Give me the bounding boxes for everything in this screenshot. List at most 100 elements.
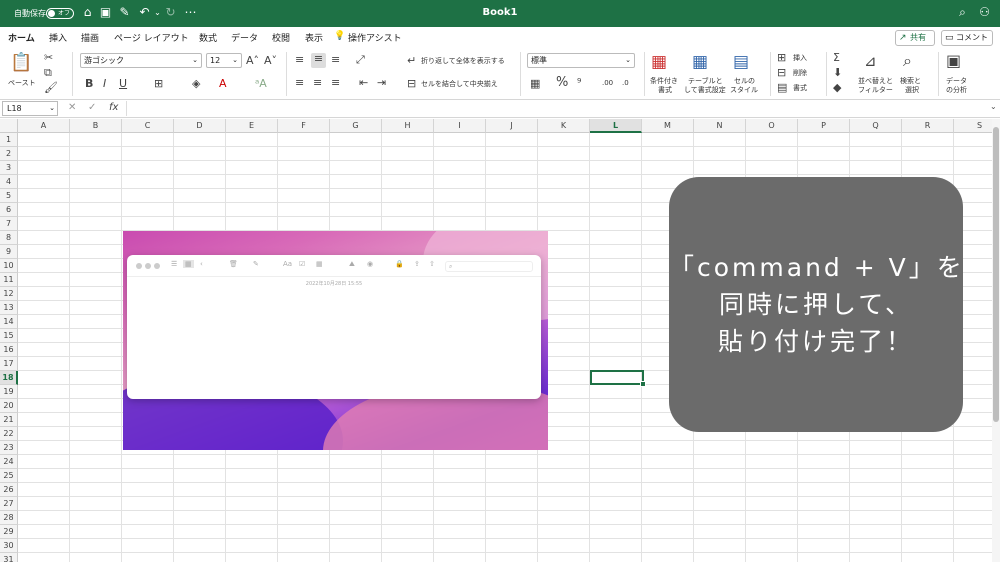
share-button[interactable]: ↗ 共有 bbox=[895, 30, 935, 46]
row-header-22[interactable]: 22 bbox=[0, 427, 18, 441]
column-header-M[interactable]: M bbox=[642, 119, 694, 133]
font-name-select[interactable]: 游ゴシック ⌄ bbox=[80, 53, 202, 68]
conditional-format-label[interactable]: 条件付き bbox=[650, 77, 678, 85]
delete-cells-button[interactable]: 削除 bbox=[793, 69, 807, 77]
row-header-1[interactable]: 1 bbox=[0, 133, 18, 147]
borders-icon[interactable]: ⊞ bbox=[154, 78, 163, 90]
clear-icon[interactable]: ◆ bbox=[833, 82, 841, 94]
row-header-27[interactable]: 27 bbox=[0, 497, 18, 511]
formula-input[interactable] bbox=[126, 101, 984, 116]
font-color-icon[interactable]: A bbox=[219, 78, 227, 90]
name-box[interactable]: L18 ⌄ bbox=[2, 101, 58, 116]
conditional-format-label-2[interactable]: 書式 bbox=[658, 86, 672, 94]
tab-insert[interactable]: 挿入 bbox=[49, 31, 67, 44]
active-cell-L18[interactable] bbox=[590, 370, 646, 387]
merge-icon[interactable]: ⊟ bbox=[407, 78, 416, 90]
row-header-23[interactable]: 23 bbox=[0, 441, 18, 455]
column-header-N[interactable]: N bbox=[694, 119, 746, 133]
comments-button[interactable]: ▭ コメント bbox=[941, 30, 993, 46]
row-header-15[interactable]: 15 bbox=[0, 329, 18, 343]
row-header-11[interactable]: 11 bbox=[0, 273, 18, 287]
number-format-select[interactable]: 標準 ⌄ bbox=[527, 53, 635, 68]
row-header-2[interactable]: 2 bbox=[0, 147, 18, 161]
column-header-F[interactable]: F bbox=[278, 119, 330, 133]
format-cells-button[interactable]: 書式 bbox=[793, 84, 807, 92]
column-header-L[interactable]: L bbox=[590, 119, 642, 133]
phonetic-icon[interactable]: ᵃA bbox=[255, 78, 267, 90]
sort-filter-label-2[interactable]: フィルター bbox=[858, 86, 893, 94]
analyze-data-label-2[interactable]: の分析 bbox=[946, 86, 967, 94]
align-middle-icon[interactable]: ≡ bbox=[311, 53, 326, 68]
row-header-7[interactable]: 7 bbox=[0, 217, 18, 231]
comma-icon[interactable]: ⁹ bbox=[577, 77, 581, 89]
column-header-H[interactable]: H bbox=[382, 119, 434, 133]
sort-filter-label[interactable]: 並べ替えと bbox=[858, 77, 893, 85]
column-header-B[interactable]: B bbox=[70, 119, 122, 133]
tab-data[interactable]: データ bbox=[231, 31, 258, 44]
row-header-12[interactable]: 12 bbox=[0, 287, 18, 301]
row-header-26[interactable]: 26 bbox=[0, 483, 18, 497]
tab-draw[interactable]: 描画 bbox=[81, 31, 99, 44]
sort-filter-icon[interactable]: ⊿ bbox=[864, 53, 877, 69]
align-left-icon[interactable]: ≡ bbox=[295, 77, 304, 89]
row-header-19[interactable]: 19 bbox=[0, 385, 18, 399]
increase-indent-icon[interactable]: ⇥ bbox=[377, 77, 386, 89]
column-header-Q[interactable]: Q bbox=[850, 119, 902, 133]
tab-home[interactable]: ホーム bbox=[8, 31, 35, 49]
tab-formulas[interactable]: 数式 bbox=[199, 31, 217, 44]
align-top-icon[interactable]: ≡ bbox=[295, 54, 304, 66]
analyze-data-icon[interactable]: ▣ bbox=[946, 52, 961, 69]
autosum-icon[interactable]: Σ bbox=[833, 52, 840, 64]
currency-icon[interactable]: ▦ bbox=[530, 78, 540, 90]
row-header-5[interactable]: 5 bbox=[0, 189, 18, 203]
column-header-K[interactable]: K bbox=[538, 119, 590, 133]
paste-icon[interactable]: 📋 bbox=[10, 53, 32, 73]
row-header-31[interactable]: 31 bbox=[0, 553, 18, 562]
underline-icon[interactable]: U bbox=[119, 78, 127, 90]
tab-view[interactable]: 表示 bbox=[305, 31, 323, 44]
row-header-21[interactable]: 21 bbox=[0, 413, 18, 427]
insert-cells-icon[interactable]: ⊞ bbox=[777, 52, 786, 64]
decrease-font-icon[interactable]: A˅ bbox=[264, 55, 277, 67]
row-header-3[interactable]: 3 bbox=[0, 161, 18, 175]
font-size-select[interactable]: 12 ⌄ bbox=[206, 53, 242, 68]
row-header-24[interactable]: 24 bbox=[0, 455, 18, 469]
row-header-10[interactable]: 10 bbox=[0, 259, 18, 273]
row-header-16[interactable]: 16 bbox=[0, 343, 18, 357]
percent-icon[interactable]: % bbox=[556, 76, 568, 89]
conditional-format-icon[interactable]: ▦ bbox=[651, 53, 667, 71]
account-icon[interactable]: ⚇ bbox=[978, 6, 991, 19]
column-header-I[interactable]: I bbox=[434, 119, 486, 133]
tell-me-box[interactable]: 操作アシスト bbox=[348, 31, 402, 44]
row-header-9[interactable]: 9 bbox=[0, 245, 18, 259]
find-select-label[interactable]: 検索と bbox=[900, 77, 921, 85]
row-header-20[interactable]: 20 bbox=[0, 399, 18, 413]
cell-styles-label[interactable]: セルの bbox=[734, 77, 755, 85]
decrease-indent-icon[interactable]: ⇤ bbox=[359, 77, 368, 89]
row-header-14[interactable]: 14 bbox=[0, 315, 18, 329]
pasted-image[interactable]: ☰ ▦ ‹ 🗑 ✎ Aa ☑ ▦ ⛰ ◉ 🔒 ⇪ ⇧ ⌕ 2022年10月28日… bbox=[123, 231, 548, 450]
column-header-A[interactable]: A bbox=[18, 119, 70, 133]
expand-formula-icon[interactable]: ⌄ bbox=[990, 102, 997, 111]
table-format-icon[interactable]: ▦ bbox=[692, 53, 708, 71]
column-header-D[interactable]: D bbox=[174, 119, 226, 133]
row-header-18[interactable]: 18 bbox=[0, 371, 18, 385]
find-select-icon[interactable]: ⌕ bbox=[903, 52, 912, 69]
italic-icon[interactable]: I bbox=[103, 78, 106, 90]
cut-icon[interactable]: ✂ bbox=[44, 52, 53, 64]
decrease-decimal-icon[interactable]: .0 bbox=[622, 79, 629, 87]
cell-styles-label-2[interactable]: スタイル bbox=[730, 86, 758, 94]
column-header-R[interactable]: R bbox=[902, 119, 954, 133]
tab-review[interactable]: 校閲 bbox=[272, 31, 290, 44]
format-cells-icon[interactable]: ▤ bbox=[777, 82, 787, 94]
merge-center-button[interactable]: セルを結合して中央揃え bbox=[421, 80, 498, 88]
column-header-E[interactable]: E bbox=[226, 119, 278, 133]
increase-font-icon[interactable]: A˄ bbox=[246, 55, 259, 67]
row-header-6[interactable]: 6 bbox=[0, 203, 18, 217]
enter-icon[interactable]: ✓ bbox=[88, 102, 96, 113]
align-bottom-icon[interactable]: ≡ bbox=[331, 54, 340, 66]
bold-icon[interactable]: B bbox=[85, 78, 93, 90]
fill-icon[interactable]: ⬇ bbox=[833, 67, 842, 79]
tab-page-layout[interactable]: ページ レイアウト bbox=[114, 31, 189, 44]
delete-cells-icon[interactable]: ⊟ bbox=[777, 67, 786, 79]
